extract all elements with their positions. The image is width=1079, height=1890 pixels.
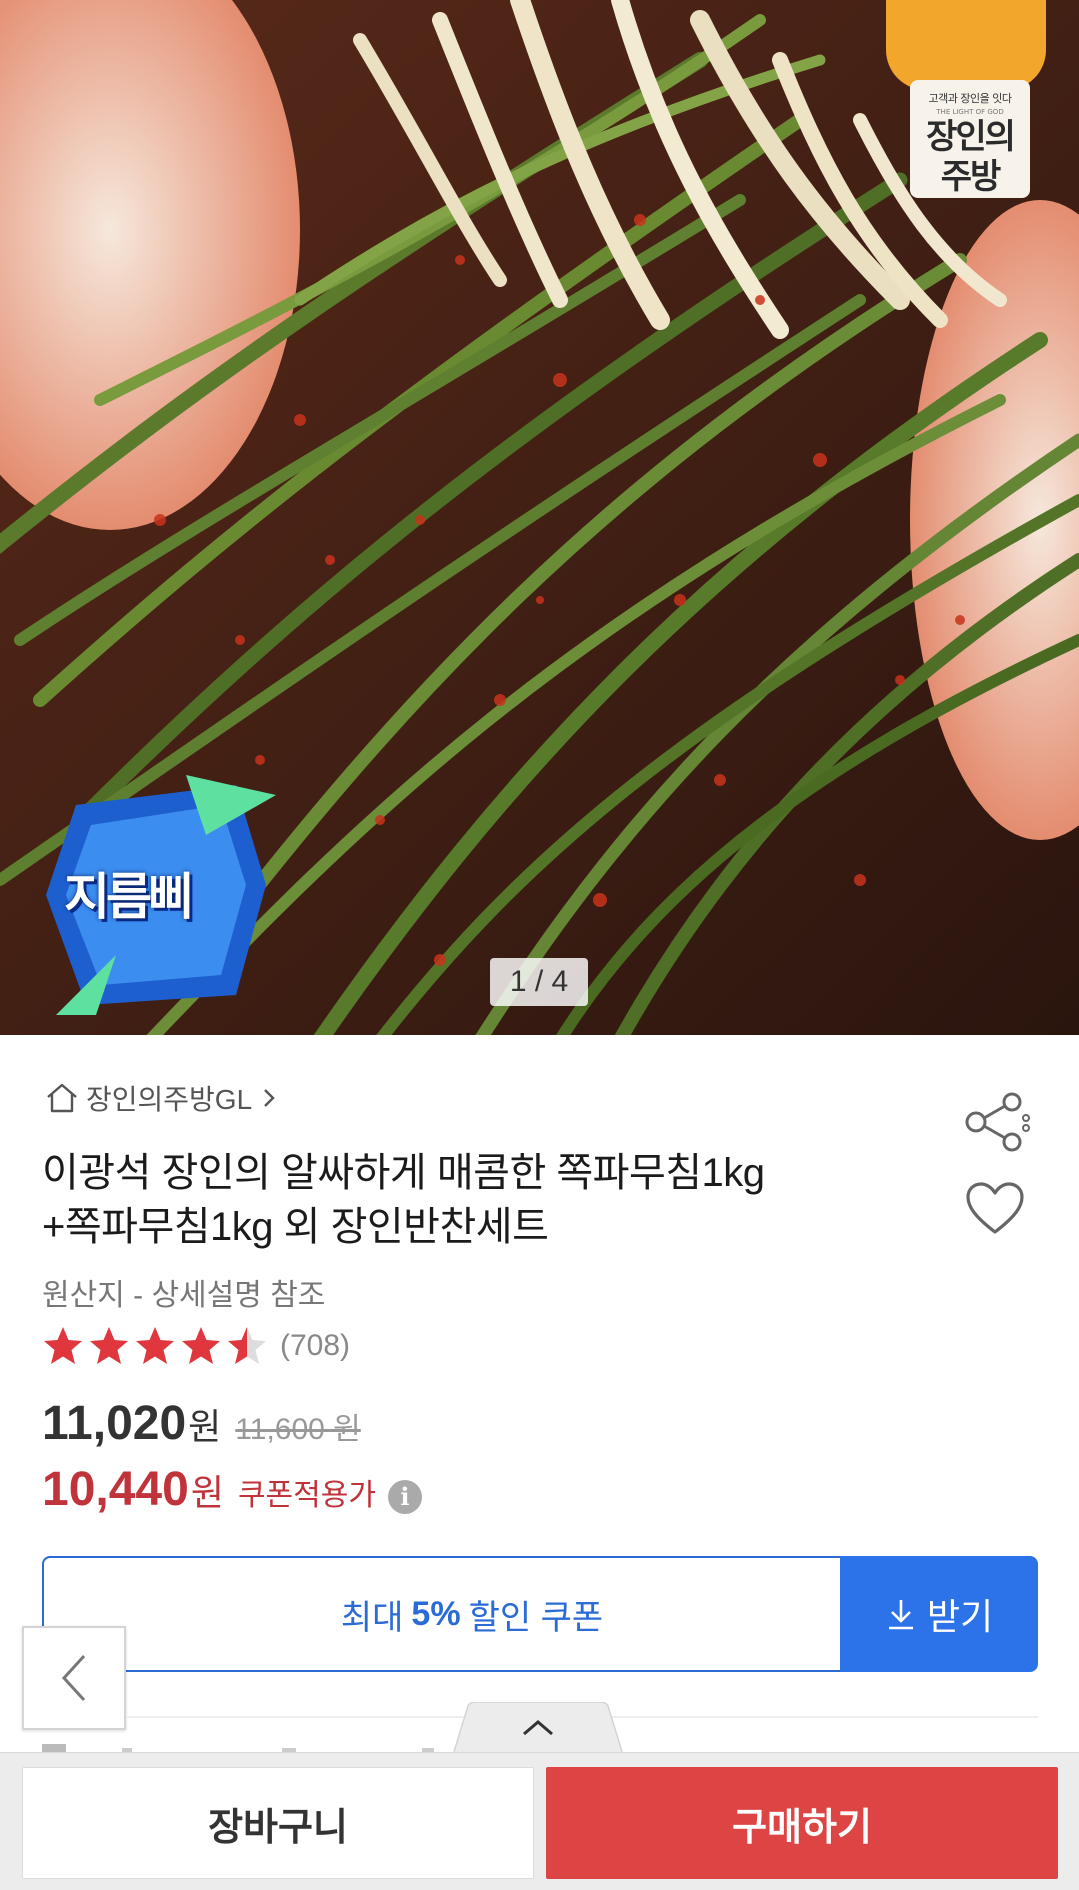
add-to-cart-button[interactable]: 장바구니 (22, 1767, 534, 1879)
sale-price: 11,020 원 11,600 원 (42, 1396, 361, 1451)
store-link[interactable]: 장인의주방GL (44, 1078, 278, 1118)
coupon-price-unit: 원 (190, 1472, 224, 1513)
chef-hat-shape (886, 0, 1046, 90)
star-icon (182, 1327, 220, 1364)
promo-badge: 지름삐 (36, 775, 276, 1015)
chevron-right-icon (264, 1089, 275, 1107)
sale-price-amount: 11,020 (42, 1397, 187, 1450)
get-coupon-label: 받기 (926, 1596, 994, 1637)
coupon-price-amount: 10,440 (42, 1463, 189, 1516)
star-icon (44, 1327, 82, 1364)
back-button[interactable] (22, 1626, 126, 1730)
download-icon (888, 1600, 913, 1630)
coupon-suffix: 할인 쿠폰 (468, 1598, 604, 1637)
star-icon (90, 1327, 128, 1364)
get-coupon-button[interactable]: 받기 (840, 1556, 1038, 1672)
brand-subtitle: THE LIGHT OF GOD (936, 108, 1004, 116)
promo-badge-text: 지름삐 (64, 868, 194, 926)
coupon-banner[interactable]: 최대 5% 할인 쿠폰 (42, 1556, 842, 1672)
bottom-action-bar: 장바구니 구매하기 (0, 1752, 1079, 1890)
buy-now-button[interactable]: 구매하기 (546, 1767, 1058, 1879)
chevron-left-icon (61, 1654, 86, 1702)
review-count: (708) (280, 1329, 351, 1362)
rating[interactable]: (708) (40, 1322, 350, 1370)
brand-logo: 고객과 장인을 잇다 THE LIGHT OF GOD 장인의 주방 (886, 0, 1046, 200)
home-icon (47, 1083, 77, 1113)
image-counter: 1 / 4 (490, 958, 588, 1006)
product-image-gallery[interactable]: 고객과 장인을 잇다 THE LIGHT OF GOD 장인의 주방 지름삐 1… (0, 0, 1079, 1035)
expand-panel-tab[interactable] (452, 1702, 624, 1758)
original-price: 11,600 원 (235, 1413, 361, 1446)
heart-icon[interactable] (964, 1180, 1026, 1238)
brand-name-line1: 장인의 (926, 117, 1016, 157)
coupon-percent: 5% (411, 1594, 461, 1633)
product-title-line1: 이광석 장인의 알싸하게 매콤한 쪽파무침1kg (42, 1151, 765, 1195)
product-title: 이광석 장인의 알싸하게 매콤한 쪽파무침1kg +쪽파무침1kg 외 장인반찬… (42, 1146, 942, 1254)
product-title-line2: +쪽파무침1kg 외 장인반찬세트 (42, 1205, 549, 1249)
origin-info: 원산지 - 상세설명 참조 (42, 1279, 326, 1312)
brand-name-line2: 주방 (940, 157, 1002, 197)
coupon-price: 10,440 원 쿠폰적용가 i (42, 1462, 422, 1517)
info-icon[interactable]: i (387, 1480, 422, 1514)
coupon-price-label: 쿠폰적용가 (237, 1479, 376, 1512)
sale-price-unit: 원 (188, 1406, 222, 1447)
share-icon[interactable] (964, 1092, 1034, 1152)
brand-tagline: 고객과 장인을 잇다 (928, 92, 1012, 105)
store-name: 장인의주방GL (86, 1084, 253, 1115)
coupon-prefix: 최대 (340, 1598, 404, 1637)
star-icon (136, 1327, 174, 1364)
half-star-icon (228, 1327, 266, 1364)
